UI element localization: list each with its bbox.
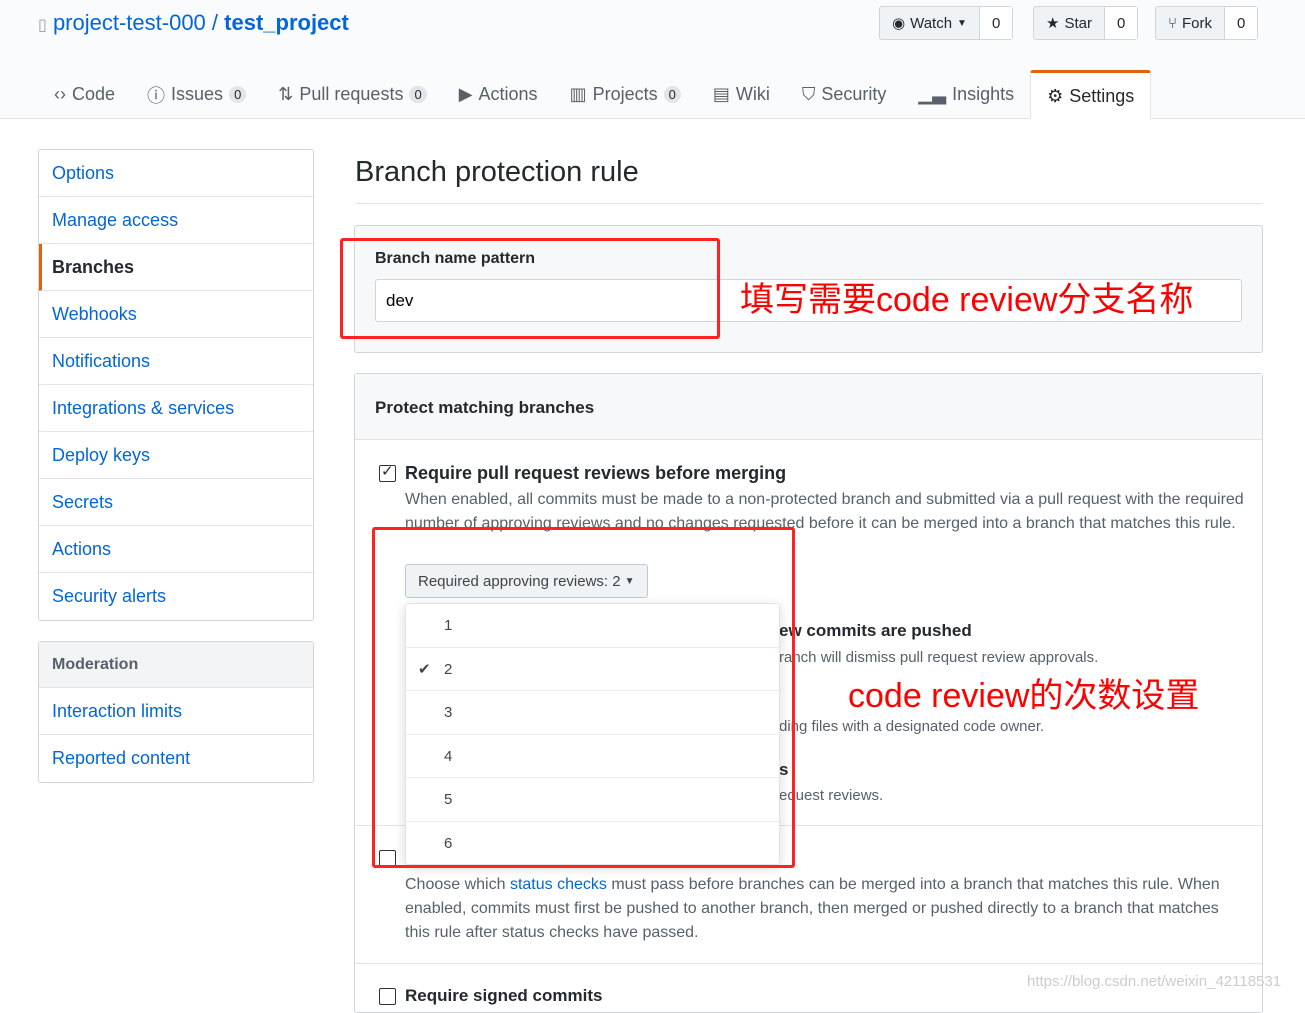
star-label: Star xyxy=(1064,14,1092,32)
moderation-heading: Moderation xyxy=(39,642,313,688)
play-icon: ▶ xyxy=(458,84,473,104)
page-title: Branch protection rule xyxy=(355,156,1263,204)
watch-label: Watch xyxy=(910,14,953,32)
status-checks-link[interactable]: status checks xyxy=(510,876,607,893)
tab-label: Issues xyxy=(171,84,224,104)
sidebar-item-reported-content[interactable]: Reported content xyxy=(39,735,313,782)
tab-wiki[interactable]: ▤ Wiki xyxy=(697,70,786,119)
repo-title: ▯ project-test-000 / test_project xyxy=(38,10,349,36)
watermark: https://blog.csdn.net/weixin_42118531 xyxy=(1027,973,1282,990)
sidebar-item-branches[interactable]: Branches xyxy=(39,244,313,291)
sidebar-item-deploy-keys[interactable]: Deploy keys xyxy=(39,432,313,479)
tab-settings[interactable]: ⚙ Settings xyxy=(1030,70,1152,119)
sidebar-item-options[interactable]: Options xyxy=(39,150,313,197)
divider xyxy=(355,963,1262,964)
owner-link[interactable]: project-test-000 xyxy=(53,10,206,35)
sidebar-item-security-alerts[interactable]: Security alerts xyxy=(39,573,313,620)
sidebar-item-actions[interactable]: Actions xyxy=(39,526,313,573)
tab-label: Pull requests xyxy=(299,84,404,104)
tab-label: Projects xyxy=(592,84,658,104)
tab-label: Insights xyxy=(952,84,1015,104)
separator: / xyxy=(205,10,225,35)
tab-label: Security xyxy=(821,84,887,104)
check-icon: ✓ xyxy=(381,463,394,480)
shield-icon: ⛉ xyxy=(801,84,816,104)
tab-issues[interactable]: ⓘ Issues 0 xyxy=(131,70,262,119)
pr-icon: ⇅ xyxy=(278,84,294,104)
tab-code[interactable]: ‹› Code xyxy=(38,70,131,119)
fork-label: Fork xyxy=(1182,14,1213,32)
annotation-count-note: code review的次数设置 xyxy=(848,677,1200,715)
tab-count: 0 xyxy=(409,86,427,103)
require-reviews-title: Require pull request reviews before merg… xyxy=(405,463,787,483)
repo-tabs: ‹› Code ⓘ Issues 0 ⇅ Pull requests 0 ▶ Actions… xyxy=(38,70,1152,119)
tab-label: Actions xyxy=(478,84,538,104)
sidebar-item-manage-access[interactable]: Manage access xyxy=(39,197,313,244)
sidebar-item-integrations[interactable]: Integrations & services xyxy=(39,385,313,432)
star-count[interactable]: 0 xyxy=(1104,7,1138,39)
annotation-box-count xyxy=(372,527,795,868)
sidebar-item-notifications[interactable]: Notifications xyxy=(39,338,313,385)
tab-label: Code xyxy=(72,84,116,104)
graph-icon: ▁▃ xyxy=(918,84,947,104)
sidebar-item-secrets[interactable]: Secrets xyxy=(39,479,313,526)
annotation-box-pattern xyxy=(340,238,720,339)
tab-count: 0 xyxy=(229,86,247,103)
tab-pull-requests[interactable]: ⇅ Pull requests 0 xyxy=(262,70,442,119)
sidebar-item-webhooks[interactable]: Webhooks xyxy=(39,291,313,338)
fragment-dismiss-title: ew commits are pushed xyxy=(779,621,972,640)
tab-label: Wiki xyxy=(735,84,770,104)
project-icon: ▥ xyxy=(569,84,587,104)
protect-title: Protect matching branches xyxy=(375,398,595,417)
star-icon: ★ xyxy=(1046,15,1060,32)
tab-projects[interactable]: ▥ Projects 0 xyxy=(554,70,697,119)
tab-actions[interactable]: ▶ Actions xyxy=(443,70,554,119)
annotation-pattern-note: 填写需要code review分支名称 xyxy=(740,281,1194,319)
book-icon: ▤ xyxy=(712,84,730,104)
signed-commits-checkbox[interactable] xyxy=(379,988,396,1005)
fork-icon: ⑂ xyxy=(1168,14,1178,32)
fork-button[interactable]: ⑂ Fork 0 xyxy=(1155,6,1259,40)
fragment-codeowners-desc: ding files with a designated code owner. xyxy=(779,718,1045,735)
tab-insights[interactable]: ▁▃ Insights xyxy=(902,70,1030,119)
sidebar-item-interaction-limits[interactable]: Interaction limits xyxy=(39,688,313,735)
signed-commits-title: Require signed commits xyxy=(405,986,603,1005)
tab-count: 0 xyxy=(663,86,681,103)
watch-button[interactable]: ◉ Watch ▼ 0 xyxy=(879,6,1014,40)
star-button[interactable]: ★ Star 0 xyxy=(1033,6,1139,40)
gear-icon: ⚙ xyxy=(1047,85,1064,106)
desc-text: Choose which xyxy=(405,876,510,893)
fork-count[interactable]: 0 xyxy=(1225,7,1258,39)
moderation-menu: Moderation Interaction limits Reported c… xyxy=(38,641,314,783)
fragment-dismiss-desc: ranch will dismiss pull request review a… xyxy=(779,649,1099,666)
repo-icon: ▯ xyxy=(38,17,47,34)
code-icon: ‹› xyxy=(54,84,66,104)
require-reviews-checkbox[interactable]: ✓ xyxy=(379,463,396,482)
tab-security[interactable]: ⛉ Security xyxy=(786,70,903,119)
tab-label: Settings xyxy=(1069,85,1135,106)
watch-count[interactable]: 0 xyxy=(979,7,1013,39)
repo-link[interactable]: test_project xyxy=(224,10,349,35)
settings-menu: Options Manage access Branches Webhooks … xyxy=(38,149,314,621)
status-checks-desc: Choose which status checks must pass bef… xyxy=(405,873,1245,945)
eye-icon: ◉ xyxy=(892,15,906,32)
caret-down-icon: ▼ xyxy=(957,17,967,29)
issue-icon: ⓘ xyxy=(147,85,166,106)
